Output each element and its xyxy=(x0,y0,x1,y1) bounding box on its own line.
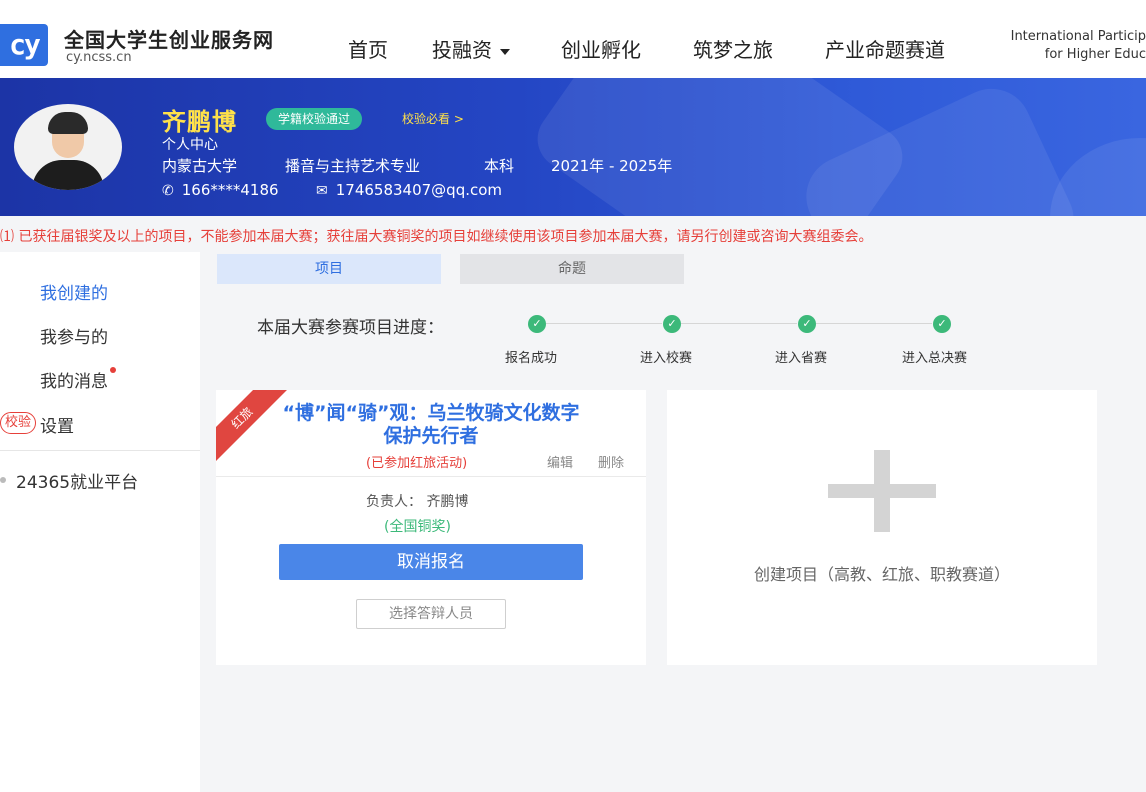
major: 播音与主持艺术专业 xyxy=(285,157,421,175)
caret-down-icon xyxy=(500,48,510,55)
sidebar: 我创建的 我参与的 我的消息 设置 xyxy=(0,252,200,792)
sidebar-item-messages[interactable]: 我的消息 xyxy=(40,367,116,392)
step-label-registered: 报名成功 xyxy=(505,351,558,366)
project-title-line1: “博”闻“骑”观：乌兰牧骑文化数字 xyxy=(282,402,580,424)
tab-project[interactable]: 项目 xyxy=(217,254,441,284)
progress-connector xyxy=(816,323,932,324)
project-status: (已参加红旅活动) xyxy=(366,456,468,471)
project-leader: 负责人： 齐鹏博 xyxy=(366,494,469,510)
user-name: 齐鹏博 xyxy=(162,108,237,136)
intl-line1: International Particip xyxy=(1010,29,1146,44)
check-icon: ✓ xyxy=(798,315,816,333)
warning-notice: ⑴ 已获往届银奖及以上的项目，不能参加本届大赛；获往届大赛铜奖的项目如继续使用该… xyxy=(0,229,873,245)
sidebar-divider xyxy=(0,450,200,451)
school: 内蒙古大学 xyxy=(162,157,238,175)
cancel-registration-button[interactable]: 取消报名 xyxy=(279,544,583,580)
study-years: 2021年 - 2025年 xyxy=(551,157,673,175)
project-card: 红旅 “博”闻“骑”观：乌兰牧骑文化数字 保护先行者 (已参加红旅活动) 编辑 … xyxy=(216,390,646,665)
unread-dot-icon xyxy=(110,367,116,373)
avatar-shirt xyxy=(32,160,104,190)
step-label-final: 进入总决赛 xyxy=(902,351,968,366)
top-nav: cy 全国大学生创业服务网 cy.ncss.cn 首页 投融资 创业孵化 筑梦之… xyxy=(0,0,1146,78)
progress-connector xyxy=(681,323,797,324)
verified-badge: 学籍校验通过 xyxy=(266,108,363,130)
project-title-line2: 保护先行者 xyxy=(383,425,479,447)
site-name[interactable]: 全国大学生创业服务网 xyxy=(64,24,274,53)
progress-connector xyxy=(546,323,662,324)
check-icon: ✓ xyxy=(528,315,546,333)
email-row: ✉ 1746583407@qq.com xyxy=(316,181,502,199)
step-label-province: 进入省赛 xyxy=(775,351,828,366)
verify-guide-link[interactable]: 校验必看 > xyxy=(402,110,464,127)
create-project-label: 创建项目（高教、红旅、职教赛道） xyxy=(753,565,1010,584)
intl-link[interactable]: International Particip for Higher Educ xyxy=(1004,28,1146,64)
nav-incubation[interactable]: 创业孵化 xyxy=(561,34,641,63)
nav-dream-journey[interactable]: 筑梦之旅 xyxy=(693,34,773,63)
degree: 本科 xyxy=(484,157,515,175)
nav-home[interactable]: 首页 xyxy=(348,34,388,63)
create-project-card[interactable]: 创建项目（高教、红旅、职教赛道） xyxy=(667,390,1097,665)
project-award: (全国铜奖) xyxy=(384,519,451,535)
banner-decoration xyxy=(1050,138,1146,216)
select-defense-members-button[interactable]: 选择答辩人员 xyxy=(356,599,506,629)
sidebar-item-my-created[interactable]: 我创建的 xyxy=(40,279,108,304)
avatar-hair xyxy=(48,112,88,134)
nav-financing[interactable]: 投融资 xyxy=(432,34,510,63)
employment-platform-link[interactable]: 24365就业平台 xyxy=(16,468,138,493)
phone-number: 166****4186 xyxy=(181,181,279,199)
step-label-school: 进入校赛 xyxy=(640,351,693,366)
delete-link[interactable]: 删除 xyxy=(598,452,624,471)
tab-topic[interactable]: 命题 xyxy=(460,254,684,284)
personal-center-label: 个人中心 xyxy=(162,137,218,153)
avatar[interactable] xyxy=(14,104,122,190)
card-divider xyxy=(216,476,646,477)
plus-icon-bar xyxy=(828,484,936,498)
messages-label: 我的消息 xyxy=(40,372,108,392)
project-title[interactable]: “博”闻“骑”观：乌兰牧骑文化数字 保护先行者 xyxy=(246,402,616,448)
sidebar-item-settings[interactable]: 设置 xyxy=(40,412,74,437)
nav-industry-track[interactable]: 产业命题赛道 xyxy=(825,34,945,63)
site-domain: cy.ncss.cn xyxy=(66,50,132,65)
check-badge[interactable]: 校验 xyxy=(0,412,37,434)
check-icon: ✓ xyxy=(663,315,681,333)
site-logo-icon[interactable]: cy xyxy=(0,24,48,66)
mail-icon: ✉ xyxy=(316,183,328,199)
phone-row: ✆ 166****4186 xyxy=(162,181,279,199)
intl-line2: for Higher Educ xyxy=(1044,47,1146,62)
edit-link[interactable]: 编辑 xyxy=(547,452,573,471)
progress-label: 本届大赛参赛项目进度： xyxy=(257,318,444,338)
nav-financing-label: 投融资 xyxy=(432,38,492,62)
bullet-icon xyxy=(0,477,6,483)
phone-icon: ✆ xyxy=(162,183,174,199)
sidebar-item-my-joined[interactable]: 我参与的 xyxy=(40,323,108,348)
check-icon: ✓ xyxy=(933,315,951,333)
email-address: 1746583407@qq.com xyxy=(335,181,503,199)
